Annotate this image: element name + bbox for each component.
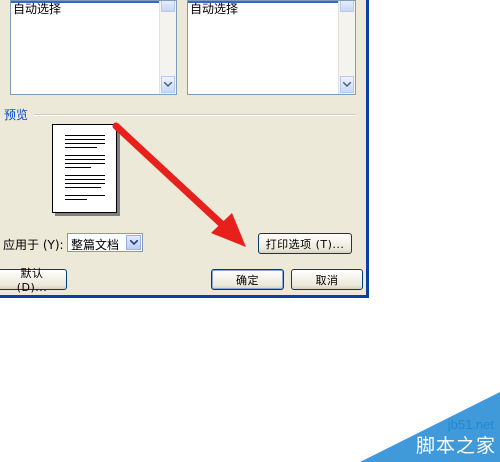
watermark-brand: 脚本之家 <box>415 435 496 457</box>
watermark: jb51.net 脚本之家 <box>360 392 500 462</box>
watermark-site: jb51.net <box>447 417 494 432</box>
